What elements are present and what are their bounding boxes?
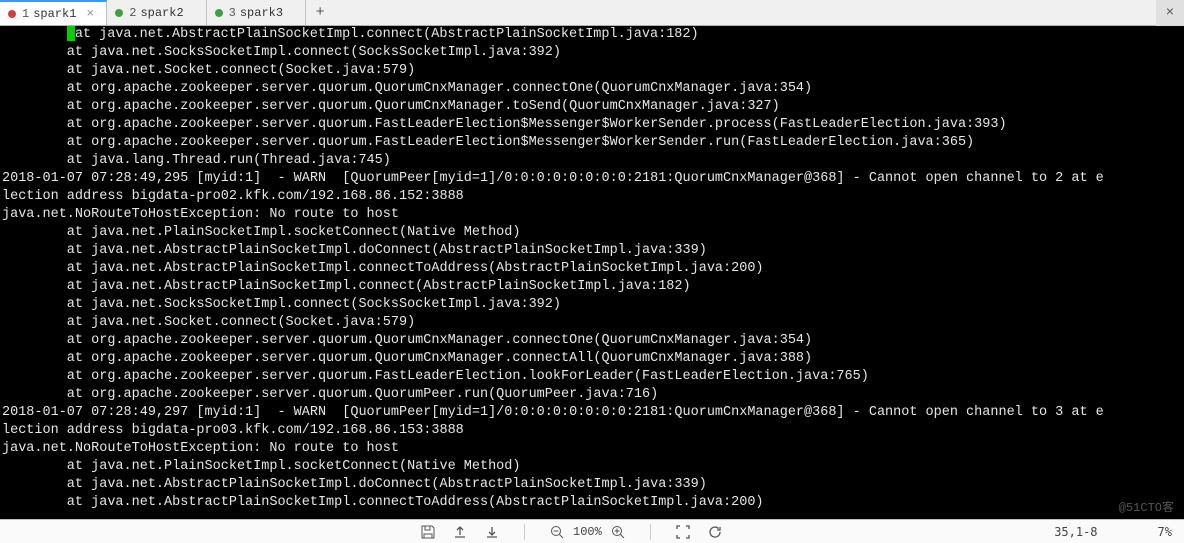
tab-bar: 1 spark1 × 2 spark2 3 spark3 + × bbox=[0, 0, 1184, 26]
terminal-line: at java.net.AbstractPlainSocketImpl.doCo… bbox=[2, 476, 1184, 494]
zoom-in-icon[interactable] bbox=[610, 524, 626, 540]
terminal-line: at java.net.AbstractPlainSocketImpl.doCo… bbox=[2, 242, 1184, 260]
save-icon[interactable] bbox=[420, 524, 436, 540]
watermark: @51CTO客 bbox=[1119, 498, 1174, 515]
terminal-line: at java.net.AbstractPlainSocketImpl.conn… bbox=[2, 260, 1184, 278]
terminal-line: at org.apache.zookeeper.server.quorum.Fa… bbox=[2, 116, 1184, 134]
tab-number: 3 bbox=[229, 6, 236, 20]
terminal-line: lection address bigdata-pro03.kfk.com/19… bbox=[2, 422, 1184, 440]
cursor-position: 35,1-8 bbox=[1054, 525, 1097, 539]
tab-label: spark2 bbox=[140, 6, 183, 20]
terminal-line: at java.net.Socket.connect(Socket.java:5… bbox=[2, 314, 1184, 332]
close-panel-button[interactable]: × bbox=[1156, 0, 1184, 26]
add-tab-button[interactable]: + bbox=[306, 0, 334, 25]
terminal-line: at org.apache.zookeeper.server.quorum.Qu… bbox=[2, 80, 1184, 98]
terminal-line: lection address bigdata-pro02.kfk.com/19… bbox=[2, 188, 1184, 206]
terminal-line: at java.net.SocksSocketImpl.connect(Sock… bbox=[2, 44, 1184, 62]
download-icon[interactable] bbox=[484, 524, 500, 540]
terminal-line: at java.lang.Thread.run(Thread.java:745) bbox=[2, 152, 1184, 170]
terminal-line: at org.apache.zookeeper.server.quorum.Qu… bbox=[2, 332, 1184, 350]
terminal-line: at org.apache.zookeeper.server.quorum.Fa… bbox=[2, 134, 1184, 152]
terminal-line: at java.net.SocksSocketImpl.connect(Sock… bbox=[2, 296, 1184, 314]
terminal-line: at java.net.AbstractPlainSocketImpl.conn… bbox=[2, 278, 1184, 296]
status-dot-icon bbox=[8, 10, 16, 18]
terminal-line: 2018-01-07 07:28:49,297 [myid:1] - WARN … bbox=[2, 404, 1184, 422]
tab-label: spark1 bbox=[33, 7, 76, 21]
terminal-line: at java.net.PlainSocketImpl.socketConnec… bbox=[2, 458, 1184, 476]
terminal-line: at org.apache.zookeeper.server.quorum.Fa… bbox=[2, 368, 1184, 386]
terminal-line: at org.apache.zookeeper.server.quorum.Qu… bbox=[2, 350, 1184, 368]
terminal-line: at java.net.PlainSocketImpl.socketConnec… bbox=[2, 224, 1184, 242]
status-bar: 100% 35,1-8 7% bbox=[0, 519, 1184, 543]
tab-label: spark3 bbox=[240, 6, 283, 20]
terminal-line: at java.net.Socket.connect(Socket.java:5… bbox=[2, 62, 1184, 80]
upload-icon[interactable] bbox=[452, 524, 468, 540]
terminal-output[interactable]: at java.net.AbstractPlainSocketImpl.conn… bbox=[0, 26, 1184, 519]
focus-icon[interactable] bbox=[675, 524, 691, 540]
tab-number: 1 bbox=[22, 7, 29, 21]
terminal-line: at java.net.AbstractPlainSocketImpl.conn… bbox=[2, 494, 1184, 512]
terminal-line: 2018-01-07 07:28:49,295 [myid:1] - WARN … bbox=[2, 170, 1184, 188]
tab-spark1[interactable]: 1 spark1 × bbox=[0, 0, 107, 25]
scroll-percent: 7% bbox=[1158, 525, 1172, 539]
status-dot-icon bbox=[215, 9, 223, 17]
refresh-icon[interactable] bbox=[707, 524, 723, 540]
terminal-line: java.net.NoRouteToHostException: No rout… bbox=[2, 206, 1184, 224]
terminal-line: java.net.NoRouteToHostException: No rout… bbox=[2, 440, 1184, 458]
tab-spark2[interactable]: 2 spark2 bbox=[107, 0, 206, 25]
tab-number: 2 bbox=[129, 6, 136, 20]
terminal-line: at org.apache.zookeeper.server.quorum.Qu… bbox=[2, 386, 1184, 404]
zoom-out-icon[interactable] bbox=[549, 524, 565, 540]
status-dot-icon bbox=[115, 9, 123, 17]
terminal-line: at java.net.AbstractPlainSocketImpl.conn… bbox=[2, 26, 1184, 44]
terminal-cursor bbox=[67, 26, 75, 41]
close-icon[interactable]: × bbox=[86, 6, 94, 21]
terminal-line: at org.apache.zookeeper.server.quorum.Qu… bbox=[2, 98, 1184, 116]
zoom-level: 100% bbox=[573, 525, 602, 539]
tab-spark3[interactable]: 3 spark3 bbox=[207, 0, 306, 25]
